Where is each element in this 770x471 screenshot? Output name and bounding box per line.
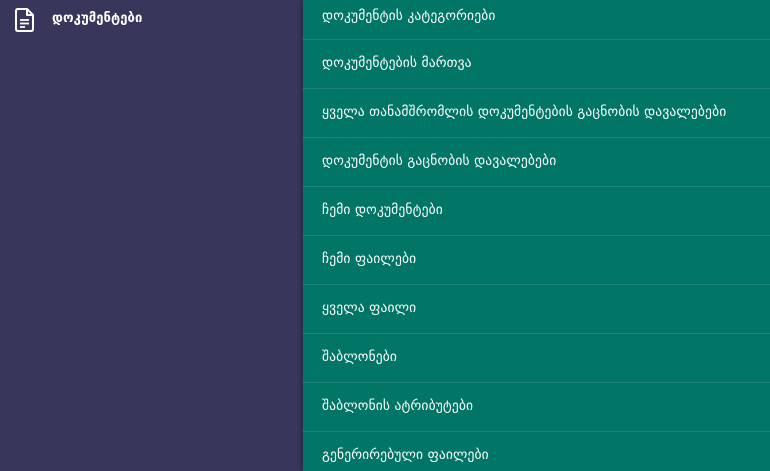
submenu-item-label: დოკუმენტის გაცნობის დავალებები	[322, 153, 557, 169]
submenu-item-template-attributes[interactable]: შაბლონის ატრიბუტები	[303, 383, 770, 432]
submenu-item-label: ჩემი ფაილები	[322, 251, 417, 267]
submenu-item-all-employees-document-tasks[interactable]: ყველა თანამშრომლის დოკუმენტების გაცნობის…	[303, 89, 770, 138]
submenu-item-label: შაბლონები	[322, 349, 398, 365]
submenu-item-templates[interactable]: შაბლონები	[303, 334, 770, 383]
submenu-item-document-review-tasks[interactable]: დოკუმენტის გაცნობის დავალებები	[303, 138, 770, 187]
submenu-item-label: ჩემი დოკუმენტები	[322, 202, 443, 218]
sidebar-item-label: დოკუმენტები	[52, 11, 143, 26]
submenu-item-label: გენერირებული ფაილები	[322, 447, 489, 463]
submenu-item-my-files[interactable]: ჩემი ფაილები	[303, 236, 770, 285]
sidebar-item-documents[interactable]: დოკუმენტები	[0, 0, 302, 40]
documents-submenu: დოკუმენტის კატეგორიები დოკუმენტების მართ…	[303, 0, 770, 471]
app-screen: დოკუმენტები დოკუმენტის კატეგორიები დოკუმ…	[0, 0, 770, 471]
submenu-item-label: შაბლონის ატრიბუტები	[322, 398, 474, 414]
submenu-item-label: დოკუმენტის კატეგორიები	[322, 8, 496, 24]
submenu-item-label: ყველა ფაილი	[322, 300, 417, 316]
document-icon	[15, 8, 34, 32]
sidebar: დოკუმენტები	[0, 0, 302, 471]
submenu-item-label: ყველა თანამშრომლის დოკუმენტების გაცნობის…	[322, 104, 727, 120]
submenu-item-label: დოკუმენტების მართვა	[322, 55, 472, 71]
submenu-item-my-documents[interactable]: ჩემი დოკუმენტები	[303, 187, 770, 236]
submenu-item-documents-management[interactable]: დოკუმენტების მართვა	[303, 40, 770, 89]
submenu-item-document-categories[interactable]: დოკუმენტის კატეგორიები	[303, 0, 770, 40]
submenu-item-generated-files[interactable]: გენერირებული ფაილები	[303, 432, 770, 471]
submenu-item-all-files[interactable]: ყველა ფაილი	[303, 285, 770, 334]
